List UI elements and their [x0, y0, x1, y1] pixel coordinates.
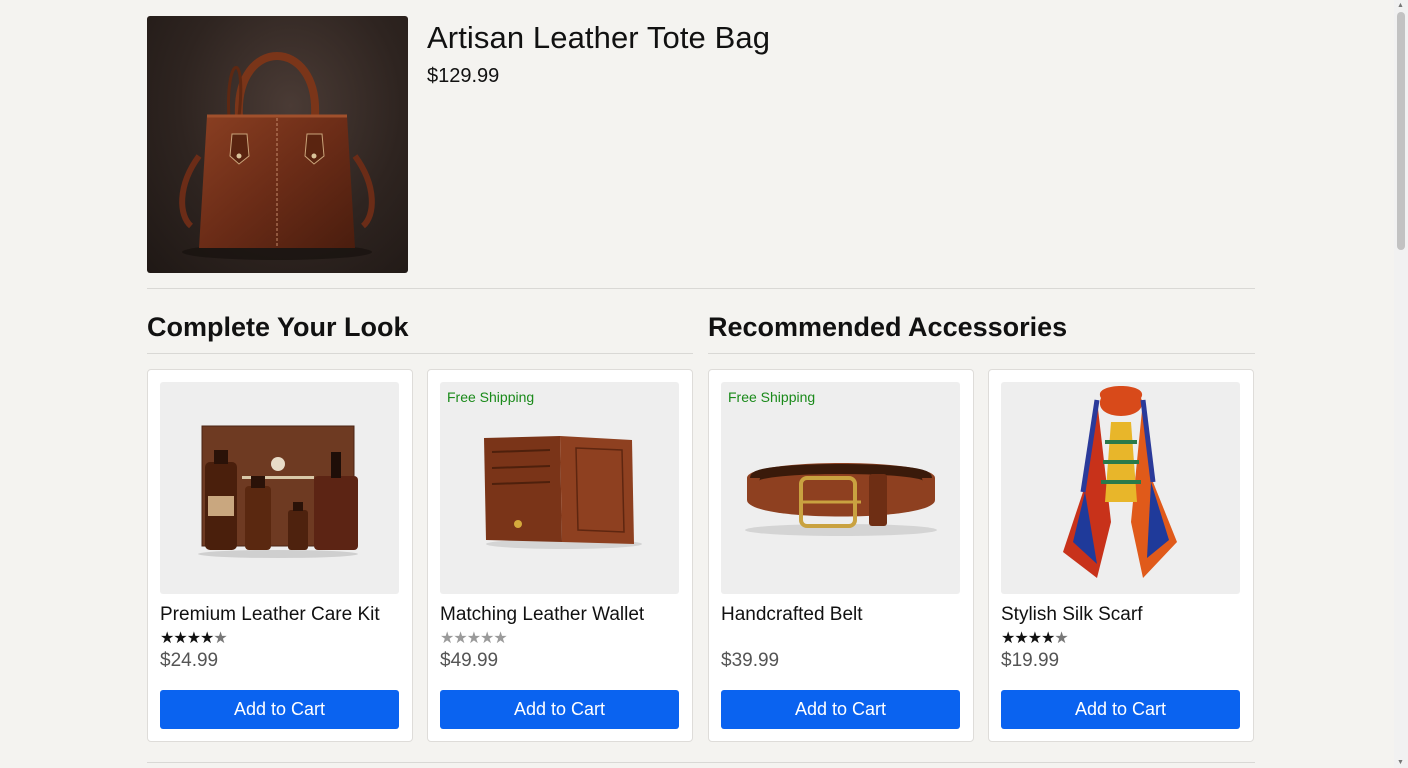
card-price: $24.99 — [160, 650, 219, 671]
product-image[interactable] — [147, 16, 408, 273]
product-hero: Artisan Leather Tote Bag $129.99 — [147, 16, 1255, 273]
section-rule — [708, 353, 1255, 354]
leather-wallet-illustration — [484, 436, 642, 549]
star-icon: ★★★★★ — [440, 630, 508, 647]
scroll-down-icon[interactable]: ▼ — [1397, 759, 1404, 766]
silk-scarf-illustration — [1063, 386, 1177, 578]
card-name[interactable]: Matching Leather Wallet — [440, 604, 680, 626]
star-icon: ★★★★ — [1001, 630, 1055, 647]
product-info: Artisan Leather Tote Bag $129.99 — [427, 16, 770, 273]
section-rule — [147, 353, 693, 354]
star-half-icon: ★ — [1054, 630, 1068, 647]
card-image[interactable]: Free Shipping — [440, 382, 679, 594]
vertical-scrollbar[interactable]: ▲ ▼ — [1394, 0, 1408, 768]
product-cards: Premium Leather Care Kit ★★★★★ $24.99 Ad… — [147, 369, 1255, 742]
product-title: Artisan Leather Tote Bag — [427, 20, 771, 55]
add-to-cart-button[interactable]: Add to Cart — [440, 690, 679, 729]
section-title: Complete Your Look — [147, 312, 409, 342]
card-price: $19.99 — [1001, 650, 1060, 671]
card-price: $49.99 — [440, 650, 499, 671]
scroll-thumb[interactable] — [1397, 12, 1405, 250]
section-complete-your-look: Complete Your Look — [147, 311, 693, 354]
rating-stars: ★★★★★ — [160, 628, 400, 650]
divider — [147, 288, 1255, 289]
card-name[interactable]: Handcrafted Belt — [721, 604, 961, 626]
star-icon: ★★★★ — [160, 630, 214, 647]
card-image[interactable]: Free Shipping — [721, 382, 960, 594]
card-name[interactable]: Stylish Silk Scarf — [1001, 604, 1241, 626]
card-image[interactable] — [160, 382, 399, 594]
rating-stars: ★★★★★ — [1001, 628, 1241, 650]
rating-stars: ★★★★★ — [440, 628, 680, 650]
section-headings: Complete Your Look Recommended Accessori… — [147, 311, 1255, 354]
add-to-cart-button[interactable]: Add to Cart — [721, 690, 960, 729]
add-to-cart-button[interactable]: Add to Cart — [1001, 690, 1240, 729]
leather-care-kit-illustration — [198, 425, 358, 558]
divider — [147, 762, 1255, 763]
product-card[interactable]: Free Shipping Matching Leather Wallet ★★… — [427, 369, 693, 742]
free-shipping-badge: Free Shipping — [728, 389, 816, 405]
section-title: Recommended Accessories — [708, 312, 1068, 342]
product-card[interactable]: Stylish Silk Scarf ★★★★★ $19.99 Add to C… — [988, 369, 1254, 742]
product-card[interactable]: Premium Leather Care Kit ★★★★★ $24.99 Ad… — [147, 369, 413, 742]
product-card[interactable]: Free Shipping Handcrafted Belt $39.99 Ad… — [708, 369, 974, 742]
star-half-icon: ★ — [213, 630, 227, 647]
rating-stars-empty — [721, 628, 961, 650]
leather-belt-illustration — [745, 463, 937, 536]
product-price: $129.99 — [427, 65, 500, 87]
section-recommended-accessories: Recommended Accessories — [708, 311, 1255, 354]
card-price: $39.99 — [721, 650, 780, 671]
add-to-cart-button[interactable]: Add to Cart — [160, 690, 399, 729]
product-page: Artisan Leather Tote Bag $129.99 Complet… — [147, 16, 1255, 763]
card-name[interactable]: Premium Leather Care Kit — [160, 604, 400, 626]
scroll-up-icon[interactable]: ▲ — [1397, 2, 1404, 9]
free-shipping-badge: Free Shipping — [447, 389, 535, 405]
card-image[interactable] — [1001, 382, 1240, 594]
tote-bag-illustration — [179, 52, 375, 260]
